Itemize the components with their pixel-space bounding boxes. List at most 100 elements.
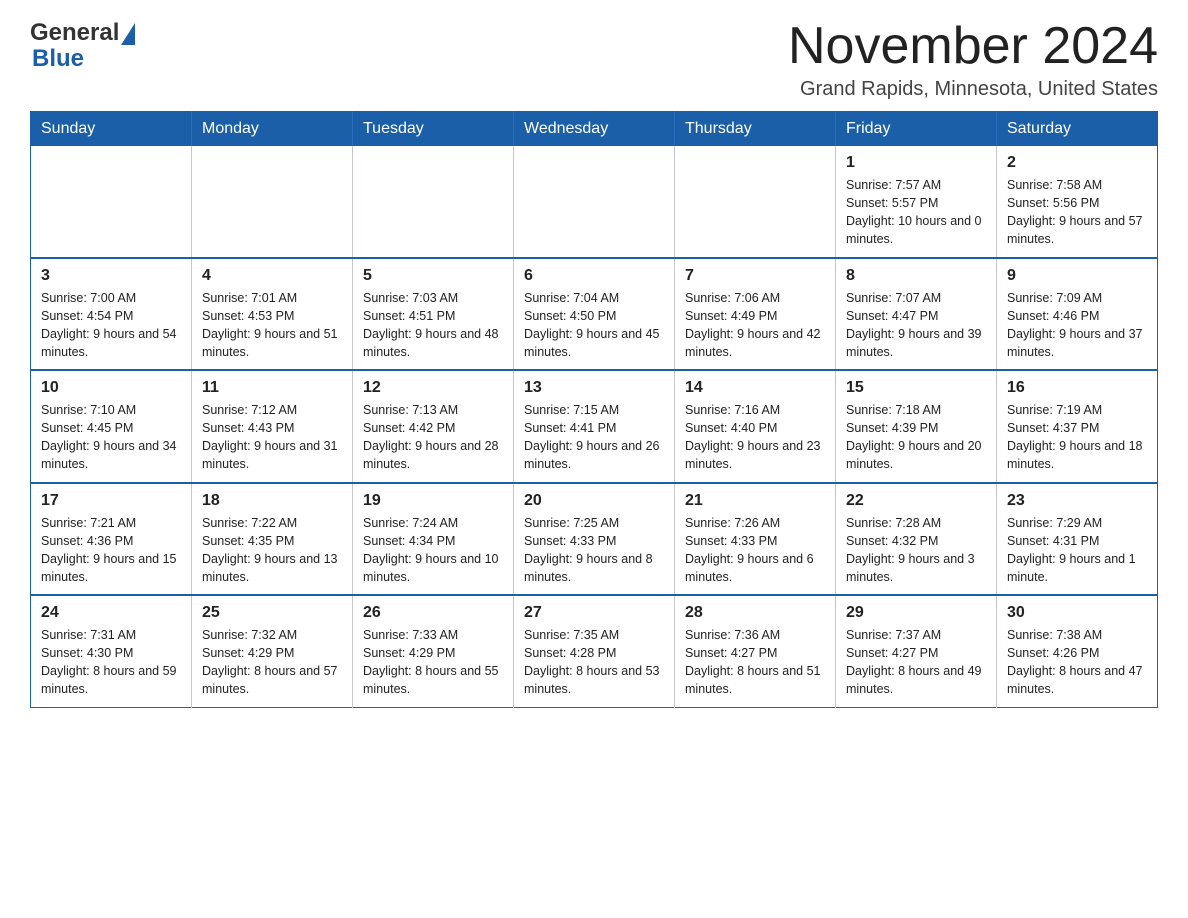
calendar-cell: 21 Sunrise: 7:26 AMSunset: 4:33 PMDayligh… bbox=[675, 483, 836, 596]
calendar-cell bbox=[353, 146, 514, 258]
calendar-cell: 17 Sunrise: 7:21 AMSunset: 4:36 PMDayligh… bbox=[31, 483, 192, 596]
calendar-cell: 25 Sunrise: 7:32 AMSunset: 4:29 PMDayligh… bbox=[192, 595, 353, 707]
day-number: 4 bbox=[202, 267, 342, 285]
day-number: 11 bbox=[202, 379, 342, 397]
day-number: 21 bbox=[685, 492, 825, 510]
day-number: 6 bbox=[524, 267, 664, 285]
calendar-cell: 23 Sunrise: 7:29 AMSunset: 4:31 PMDayligh… bbox=[997, 483, 1158, 596]
day-number: 27 bbox=[524, 604, 664, 622]
day-info: Sunrise: 7:31 AMSunset: 4:30 PMDaylight:… bbox=[41, 626, 181, 699]
day-number: 30 bbox=[1007, 604, 1147, 622]
calendar-cell bbox=[675, 146, 836, 258]
day-number: 15 bbox=[846, 379, 986, 397]
calendar-cell bbox=[514, 146, 675, 258]
day-info: Sunrise: 7:21 AMSunset: 4:36 PMDaylight:… bbox=[41, 514, 181, 587]
day-number: 20 bbox=[524, 492, 664, 510]
day-info: Sunrise: 7:29 AMSunset: 4:31 PMDaylight:… bbox=[1007, 514, 1147, 587]
day-info: Sunrise: 7:09 AMSunset: 4:46 PMDaylight:… bbox=[1007, 289, 1147, 362]
week-row-4: 17 Sunrise: 7:21 AMSunset: 4:36 PMDayligh… bbox=[31, 483, 1158, 596]
calendar-cell: 27 Sunrise: 7:35 AMSunset: 4:28 PMDayligh… bbox=[514, 595, 675, 707]
day-number: 22 bbox=[846, 492, 986, 510]
month-title: November 2024 bbox=[788, 20, 1158, 72]
calendar-cell: 22 Sunrise: 7:28 AMSunset: 4:32 PMDayligh… bbox=[836, 483, 997, 596]
day-number: 8 bbox=[846, 267, 986, 285]
day-number: 19 bbox=[363, 492, 503, 510]
calendar-cell: 26Sunrise: 7:33 AMSunset: 4:29 PMDayligh… bbox=[353, 595, 514, 707]
day-info: Sunrise: 7:19 AMSunset: 4:37 PMDaylight:… bbox=[1007, 401, 1147, 474]
day-info: Sunrise: 7:10 AMSunset: 4:45 PMDaylight:… bbox=[41, 401, 181, 474]
day-number: 3 bbox=[41, 267, 181, 285]
calendar-cell: 2 Sunrise: 7:58 AMSunset: 5:56 PMDaylight… bbox=[997, 146, 1158, 258]
day-number: 5 bbox=[363, 267, 503, 285]
weekday-header-thursday: Thursday bbox=[675, 112, 836, 147]
calendar-cell: 9Sunrise: 7:09 AMSunset: 4:46 PMDaylight… bbox=[997, 258, 1158, 371]
weekday-header-friday: Friday bbox=[836, 112, 997, 147]
calendar-cell: 11Sunrise: 7:12 AMSunset: 4:43 PMDayligh… bbox=[192, 370, 353, 483]
day-info: Sunrise: 7:35 AMSunset: 4:28 PMDaylight:… bbox=[524, 626, 664, 699]
day-number: 10 bbox=[41, 379, 181, 397]
day-number: 26 bbox=[363, 604, 503, 622]
calendar-cell: 3 Sunrise: 7:00 AMSunset: 4:54 PMDaylight… bbox=[31, 258, 192, 371]
logo-triangle-icon bbox=[121, 23, 135, 45]
day-number: 16 bbox=[1007, 379, 1147, 397]
calendar-table: SundayMondayTuesdayWednesdayThursdayFrid… bbox=[30, 111, 1158, 708]
page-header: General Blue November 2024 Grand Rapids,… bbox=[30, 20, 1158, 101]
calendar-cell: 18 Sunrise: 7:22 AMSunset: 4:35 PMDayligh… bbox=[192, 483, 353, 596]
calendar-cell: 5 Sunrise: 7:03 AMSunset: 4:51 PMDaylight… bbox=[353, 258, 514, 371]
day-number: 12 bbox=[363, 379, 503, 397]
day-info: Sunrise: 7:28 AMSunset: 4:32 PMDaylight:… bbox=[846, 514, 986, 587]
weekday-header-sunday: Sunday bbox=[31, 112, 192, 147]
day-info: Sunrise: 7:24 AMSunset: 4:34 PMDaylight:… bbox=[363, 514, 503, 587]
logo: General Blue bbox=[30, 20, 135, 73]
weekday-header-monday: Monday bbox=[192, 112, 353, 147]
day-number: 1 bbox=[846, 154, 986, 172]
day-info: Sunrise: 7:37 AMSunset: 4:27 PMDaylight:… bbox=[846, 626, 986, 699]
calendar-cell: 12 Sunrise: 7:13 AMSunset: 4:42 PMDayligh… bbox=[353, 370, 514, 483]
calendar-cell: 16 Sunrise: 7:19 AMSunset: 4:37 PMDayligh… bbox=[997, 370, 1158, 483]
day-number: 7 bbox=[685, 267, 825, 285]
day-number: 18 bbox=[202, 492, 342, 510]
day-info: Sunrise: 7:00 AMSunset: 4:54 PMDaylight:… bbox=[41, 289, 181, 362]
day-number: 24 bbox=[41, 604, 181, 622]
day-info: Sunrise: 7:03 AMSunset: 4:51 PMDaylight:… bbox=[363, 289, 503, 362]
day-info: Sunrise: 7:36 AMSunset: 4:27 PMDaylight:… bbox=[685, 626, 825, 699]
calendar-cell: 6 Sunrise: 7:04 AMSunset: 4:50 PMDaylight… bbox=[514, 258, 675, 371]
calendar-cell: 19 Sunrise: 7:24 AMSunset: 4:34 PMDayligh… bbox=[353, 483, 514, 596]
day-info: Sunrise: 7:07 AMSunset: 4:47 PMDaylight:… bbox=[846, 289, 986, 362]
calendar-cell: 8 Sunrise: 7:07 AMSunset: 4:47 PMDaylight… bbox=[836, 258, 997, 371]
week-row-2: 3 Sunrise: 7:00 AMSunset: 4:54 PMDaylight… bbox=[31, 258, 1158, 371]
week-row-1: 1Sunrise: 7:57 AMSunset: 5:57 PMDaylight… bbox=[31, 146, 1158, 258]
day-info: Sunrise: 7:04 AMSunset: 4:50 PMDaylight:… bbox=[524, 289, 664, 362]
day-number: 29 bbox=[846, 604, 986, 622]
day-info: Sunrise: 7:58 AMSunset: 5:56 PMDaylight:… bbox=[1007, 176, 1147, 249]
day-info: Sunrise: 7:32 AMSunset: 4:29 PMDaylight:… bbox=[202, 626, 342, 699]
day-number: 2 bbox=[1007, 154, 1147, 172]
day-number: 17 bbox=[41, 492, 181, 510]
calendar-cell bbox=[31, 146, 192, 258]
calendar-cell: 20 Sunrise: 7:25 AMSunset: 4:33 PMDayligh… bbox=[514, 483, 675, 596]
calendar-cell: 10 Sunrise: 7:10 AMSunset: 4:45 PMDayligh… bbox=[31, 370, 192, 483]
day-info: Sunrise: 7:26 AMSunset: 4:33 PMDaylight:… bbox=[685, 514, 825, 587]
calendar-cell: 4 Sunrise: 7:01 AMSunset: 4:53 PMDaylight… bbox=[192, 258, 353, 371]
day-info: Sunrise: 7:22 AMSunset: 4:35 PMDaylight:… bbox=[202, 514, 342, 587]
day-info: Sunrise: 7:13 AMSunset: 4:42 PMDaylight:… bbox=[363, 401, 503, 474]
day-info: Sunrise: 7:06 AMSunset: 4:49 PMDaylight:… bbox=[685, 289, 825, 362]
day-number: 25 bbox=[202, 604, 342, 622]
calendar-cell: 29 Sunrise: 7:37 AMSunset: 4:27 PMDayligh… bbox=[836, 595, 997, 707]
logo-blue-text: Blue bbox=[32, 46, 84, 72]
logo-general-text: General bbox=[30, 20, 119, 46]
day-info: Sunrise: 7:25 AMSunset: 4:33 PMDaylight:… bbox=[524, 514, 664, 587]
day-info: Sunrise: 7:15 AMSunset: 4:41 PMDaylight:… bbox=[524, 401, 664, 474]
calendar-cell bbox=[192, 146, 353, 258]
day-number: 28 bbox=[685, 604, 825, 622]
week-row-3: 10 Sunrise: 7:10 AMSunset: 4:45 PMDayligh… bbox=[31, 370, 1158, 483]
calendar-cell: 1Sunrise: 7:57 AMSunset: 5:57 PMDaylight… bbox=[836, 146, 997, 258]
weekday-header-wednesday: Wednesday bbox=[514, 112, 675, 147]
day-info: Sunrise: 7:38 AMSunset: 4:26 PMDaylight:… bbox=[1007, 626, 1147, 699]
location-text: Grand Rapids, Minnesota, United States bbox=[788, 78, 1158, 101]
day-number: 23 bbox=[1007, 492, 1147, 510]
weekday-header-row: SundayMondayTuesdayWednesdayThursdayFrid… bbox=[31, 112, 1158, 147]
day-number: 13 bbox=[524, 379, 664, 397]
day-info: Sunrise: 7:01 AMSunset: 4:53 PMDaylight:… bbox=[202, 289, 342, 362]
day-info: Sunrise: 7:16 AMSunset: 4:40 PMDaylight:… bbox=[685, 401, 825, 474]
